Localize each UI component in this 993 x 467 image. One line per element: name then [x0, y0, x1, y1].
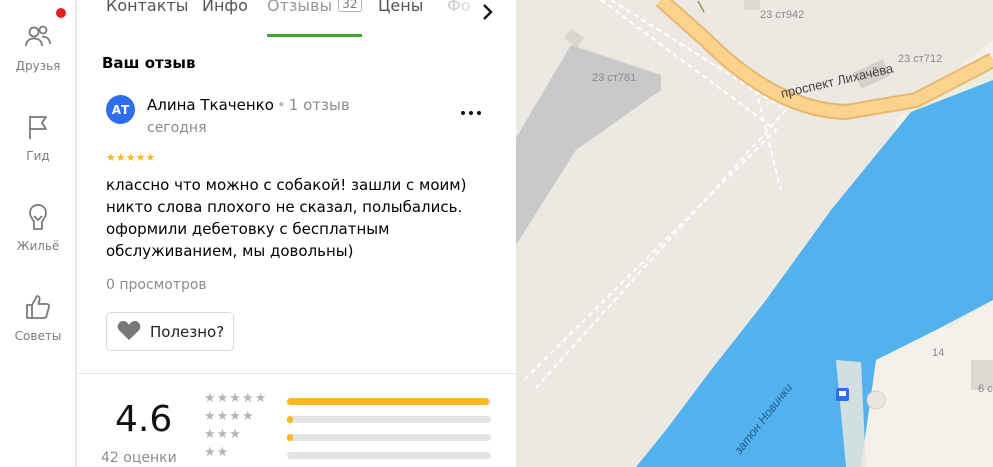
review-text: классно что можно с собакой! зашли с мои…: [106, 174, 486, 262]
building-label: 23 ст712: [898, 53, 942, 65]
sidebar-item-tips[interactable]: Советы: [0, 292, 76, 362]
review-author: Алина Ткаченко • 1 отзыв: [147, 96, 350, 114]
friends-icon: [23, 22, 53, 56]
review-views: 0 просмотров: [106, 277, 207, 293]
rating-count: 42 оценки: [101, 450, 177, 466]
distribution-bar-track: [287, 416, 491, 423]
review-text-line: обслуживанием, мы довольны): [106, 242, 354, 260]
review-text-line: оформили дебетовку с бесплатным: [106, 220, 390, 238]
thumbs-up-icon: [23, 292, 53, 326]
useful-label: Полезно?: [150, 322, 225, 341]
distribution-bar-track: [287, 434, 491, 441]
star-icon: ★: [115, 151, 126, 164]
section-title: Ваш отзыв: [102, 54, 196, 72]
avatar[interactable]: АТ: [106, 95, 135, 124]
rating-distribution-row: ★★★★: [204, 409, 494, 431]
housing-icon: [23, 202, 53, 236]
chevron-right-icon: [482, 3, 494, 28]
more-dots-icon: [460, 97, 482, 121]
star-icon: ★: [106, 151, 116, 164]
review-rating-stars: ★★★★★: [106, 151, 155, 164]
distribution-bar-fill: [287, 398, 489, 405]
building-label: 6 с: [978, 383, 993, 395]
review-text-line: никто слова плохого не сказал, полыбалис…: [106, 198, 463, 216]
heart-icon: [116, 318, 150, 346]
tab-reviews[interactable]: Отзывы 32: [267, 0, 362, 15]
star-icon: ★: [145, 151, 156, 164]
tab-bar: Контакты Инфо Отзывы 32 Цены Фо: [77, 0, 516, 38]
author-name[interactable]: Алина Ткаченко: [147, 96, 274, 114]
rating-value: 4.6: [115, 399, 173, 440]
tabs-next-button[interactable]: [482, 2, 494, 28]
tab-info[interactable]: Инфо: [202, 0, 248, 15]
distribution-bar-fill: [287, 416, 293, 423]
building-label: 23 ст942: [760, 9, 804, 21]
sidebar-item-label: Друзья: [15, 59, 61, 73]
useful-button[interactable]: Полезно?: [106, 312, 234, 351]
sidebar-item-guide[interactable]: Гид: [0, 112, 76, 182]
tab-label: Цены: [378, 0, 424, 15]
reviews-count-badge: 32: [338, 0, 362, 12]
author-review-count: 1 отзыв: [288, 96, 350, 114]
building-label: 23 ст781: [592, 72, 636, 84]
rating-distribution-row: ★★: [204, 445, 494, 467]
review-text-line: классно что можно с собакой! зашли с мои…: [106, 176, 467, 194]
distribution-stars: ★★★★★: [204, 391, 268, 406]
star-icon: ★: [135, 151, 146, 164]
active-tab-indicator: [267, 34, 362, 37]
tab-contacts[interactable]: Контакты: [106, 0, 188, 15]
business-panel: Контакты Инфо Отзывы 32 Цены Фо Ваш отзы…: [77, 0, 516, 467]
distribution-stars: ★★★: [204, 427, 242, 442]
sidebar-item-friends[interactable]: Друзья: [0, 22, 76, 92]
tab-label: Отзывы: [267, 0, 333, 15]
more-options-button[interactable]: [460, 97, 482, 121]
building-label: 14: [932, 347, 944, 359]
sidebar-item-label: Жильё: [16, 239, 60, 253]
rating-distribution-row: ★★★: [204, 427, 494, 449]
distribution-bar-fill: [287, 434, 293, 441]
map-canvas[interactable]: 23 ст942 23 ст712 23 ст781 14 6 с проспе…: [516, 0, 993, 467]
tab-prices[interactable]: Цены: [378, 0, 423, 15]
distribution-stars: ★★: [204, 445, 230, 460]
left-sidebar: Друзья Гид Жильё Советы: [0, 0, 76, 467]
distribution-bar-track: [287, 452, 491, 459]
map[interactable]: 23 ст942 23 ст712 23 ст781 14 6 с проспе…: [516, 0, 993, 467]
tab-label: Контакты: [106, 0, 189, 15]
distribution-stars: ★★★★: [204, 409, 255, 424]
distribution-bar-track: [287, 398, 491, 405]
transit-marker-icon[interactable]: [836, 388, 849, 401]
star-icon: ★: [125, 151, 136, 164]
review-date: сегодня: [147, 120, 207, 136]
notification-dot: [56, 8, 66, 18]
sidebar-item-label: Советы: [14, 329, 62, 343]
flag-icon: [23, 112, 53, 146]
sidebar-item-label: Гид: [26, 149, 50, 163]
section-divider: [77, 373, 516, 374]
sidebar-item-housing[interactable]: Жильё: [0, 202, 76, 272]
separator-dot: •: [276, 96, 286, 114]
tab-label: Инфо: [202, 0, 248, 15]
